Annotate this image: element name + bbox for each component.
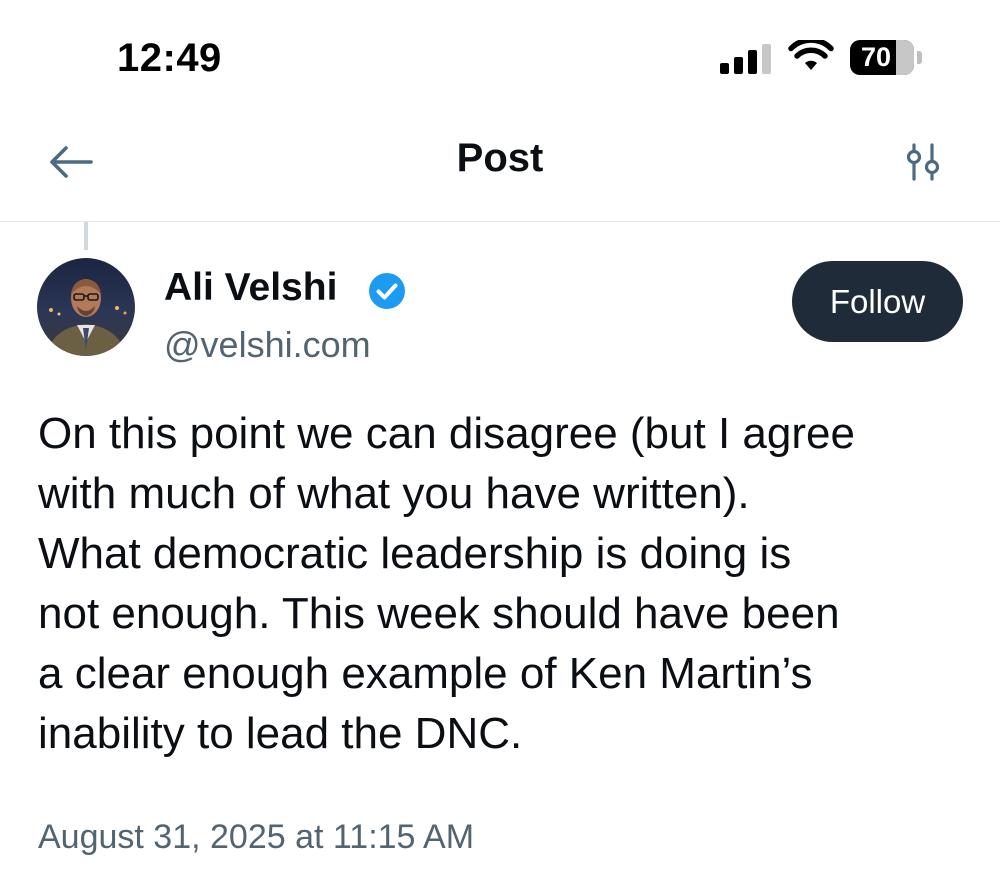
post-text-line: What democratic leadership is doing is bbox=[38, 529, 792, 578]
post-screen: 12:49 70 Post Ali Velshi @velshi.com Fol… bbox=[0, 0, 1000, 882]
post-text-line: a clear enough example of Ken Martin’s bbox=[38, 649, 813, 698]
page-title: Post bbox=[456, 136, 544, 180]
battery-icon: 70 bbox=[850, 40, 914, 75]
post-text-line: not enough. This week should have been bbox=[38, 589, 840, 638]
battery-level-text: 70 bbox=[860, 42, 892, 72]
header-divider bbox=[0, 221, 1000, 222]
post-timestamp[interactable]: August 31, 2025 at 11:15 AM bbox=[38, 818, 474, 857]
post-text: On this point we can disagree (but I agr… bbox=[38, 404, 968, 764]
verified-badge-icon bbox=[369, 273, 405, 309]
post-settings-button[interactable] bbox=[898, 138, 948, 186]
avatar[interactable] bbox=[37, 258, 135, 356]
author-handle[interactable]: @velshi.com bbox=[164, 324, 371, 366]
post-text-line: On this point we can disagree (but I agr… bbox=[38, 409, 855, 458]
battery-nub bbox=[917, 51, 922, 64]
post-text-line: with much of what you have written). bbox=[38, 469, 750, 518]
author-name[interactable]: Ali Velshi bbox=[164, 266, 337, 310]
status-time: 12:49 bbox=[117, 36, 222, 80]
thread-connector-line bbox=[84, 222, 88, 250]
cellular-signal-icon bbox=[720, 44, 772, 74]
follow-button[interactable]: Follow bbox=[792, 261, 963, 342]
wifi-icon bbox=[788, 40, 834, 70]
avatar-image bbox=[37, 258, 135, 356]
sliders-icon bbox=[906, 143, 940, 181]
post-text-line: inability to lead the DNC. bbox=[38, 709, 523, 758]
